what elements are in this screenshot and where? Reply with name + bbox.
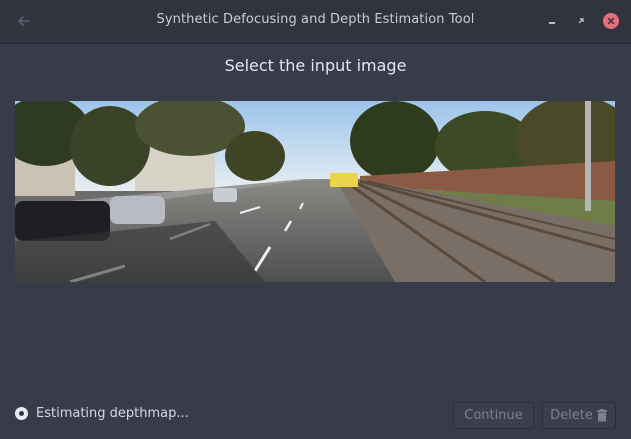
delete-button[interactable]: Delete [542,402,616,429]
continue-button[interactable]: Continue [453,402,534,429]
spinner-icon [15,407,28,420]
app-window: Synthetic Defocusing and Depth Estimatio… [0,0,631,439]
close-icon [603,13,619,29]
trash-icon [596,409,608,422]
maximize-button[interactable] [571,11,591,31]
window-title: Synthetic Defocusing and Depth Estimatio… [156,12,475,27]
status-indicator: Estimating depthmap... [15,406,189,421]
page-heading: Select the input image [224,56,407,75]
close-button[interactable] [601,11,621,31]
continue-label: Continue [464,408,523,423]
delete-label: Delete [550,408,593,423]
status-text: Estimating depthmap... [36,406,189,421]
minimize-button[interactable] [542,11,562,31]
minimize-icon [549,22,555,24]
maximize-icon [578,18,584,24]
title-bar: Synthetic Defocusing and Depth Estimatio… [0,0,631,44]
street-photo [15,101,615,282]
input-image[interactable] [15,101,615,282]
